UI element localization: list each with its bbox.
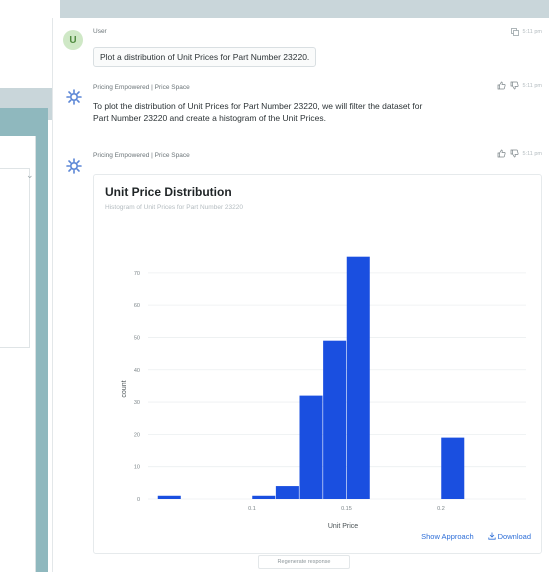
message-meta: 5:11 pm [497, 149, 542, 158]
histogram-bar [346, 256, 370, 499]
thumbs-down-icon[interactable] [510, 149, 519, 158]
show-approach-button[interactable]: Show Approach [421, 532, 474, 541]
thumbs-down-icon[interactable] [510, 81, 519, 90]
thumbs-up-icon[interactable] [497, 81, 506, 90]
y-tick-label: 50 [134, 335, 140, 341]
message-sender: Pricing Empowered | Price Space [93, 84, 190, 91]
x-tick-label: 0.1 [248, 506, 256, 512]
x-tick-label: 0.15 [341, 506, 352, 512]
y-tick-label: 60 [134, 303, 140, 309]
y-tick-label: 30 [134, 400, 140, 406]
y-tick-label: 20 [134, 432, 140, 438]
message-sender: Pricing Empowered | Price Space [93, 152, 190, 159]
histogram-bar [299, 395, 323, 499]
histogram-bar [157, 495, 181, 499]
y-tick-label: 70 [134, 271, 140, 277]
user-message-text: Plot a distribution of Unit Prices for P… [93, 47, 317, 67]
y-tick-label: 10 [134, 465, 140, 471]
download-button[interactable]: Download [488, 532, 531, 541]
left-panel-card [0, 168, 30, 348]
x-tick-label: 0.2 [437, 506, 445, 512]
message-time: 5:11 pm [522, 29, 542, 35]
histogram-bar [323, 340, 347, 499]
thumbs-up-icon[interactable] [497, 149, 506, 158]
message-sender: User [93, 28, 107, 35]
chart-card: Unit Price Distribution Histogram of Uni… [93, 174, 542, 554]
chart-actions: Show Approach Download [421, 532, 531, 541]
user-avatar: U [63, 30, 83, 50]
download-icon [488, 532, 496, 540]
histogram-bar [252, 495, 276, 499]
bot-avatar-icon [65, 88, 83, 106]
message-time: 5:11 pm [522, 150, 542, 157]
bot-avatar-icon [65, 157, 83, 175]
message-time: 5:11 pm [522, 82, 542, 89]
histogram-chart: 0 10 20 30 40 50 60 70 0.1 0.15 0.2 Unit Price count [121, 256, 526, 530]
y-axis-label: count [121, 380, 128, 397]
download-label: Download [497, 532, 531, 541]
regenerate-response-button[interactable]: Regenerate response [258, 555, 350, 569]
left-panel-chevron-icon[interactable]: ⌄ [26, 170, 34, 181]
assistant-message-line: To plot the distribution of Unit Prices … [93, 101, 423, 111]
background-top-left [0, 0, 60, 88]
assistant-message-text: To plot the distribution of Unit Prices … [93, 100, 422, 124]
y-tick-label: 40 [134, 368, 140, 374]
message-meta: 5:11 pm [510, 28, 542, 36]
histogram-bar [275, 486, 299, 499]
assistant-message-line: Part Number 23220 and create a histogram… [93, 113, 326, 123]
histogram-bar [441, 437, 465, 499]
copy-icon[interactable] [510, 28, 519, 36]
chat-panel: U User 5:11 pm Plot a distribution of Un… [52, 18, 549, 572]
message-meta: 5:11 pm [497, 81, 542, 90]
x-axis-label: Unit Price [328, 523, 358, 530]
y-tick-label: 0 [137, 497, 140, 503]
